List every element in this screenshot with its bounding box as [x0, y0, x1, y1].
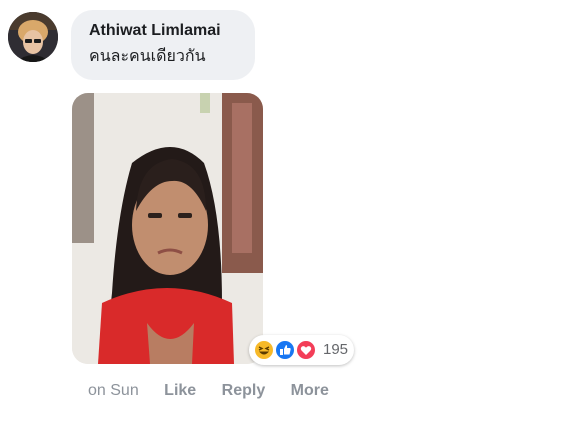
photo-image: [72, 93, 263, 364]
comment-photo[interactable]: [72, 93, 263, 364]
reactions-summary[interactable]: 195: [249, 335, 354, 365]
comment: Athiwat Limlamai คนละคนเดียวกัน 195 on S…: [0, 0, 578, 425]
haha-icon: [253, 339, 275, 361]
comment-actions: on Sun Like Reply More: [88, 381, 329, 401]
like-icon: [274, 339, 296, 361]
love-icon: [295, 339, 317, 361]
comment-bubble: Athiwat Limlamai คนละคนเดียวกัน: [71, 10, 255, 80]
comment-text: คนละคนเดียวกัน: [89, 48, 206, 65]
comment-timestamp[interactable]: on Sun: [88, 382, 139, 399]
reaction-count: 195: [323, 341, 349, 358]
avatar[interactable]: [8, 12, 58, 62]
more-button[interactable]: More: [291, 382, 329, 399]
reply-button[interactable]: Reply: [222, 382, 266, 399]
like-button[interactable]: Like: [164, 382, 196, 399]
author-name[interactable]: Athiwat Limlamai: [89, 21, 255, 41]
avatar-image: [8, 12, 58, 62]
